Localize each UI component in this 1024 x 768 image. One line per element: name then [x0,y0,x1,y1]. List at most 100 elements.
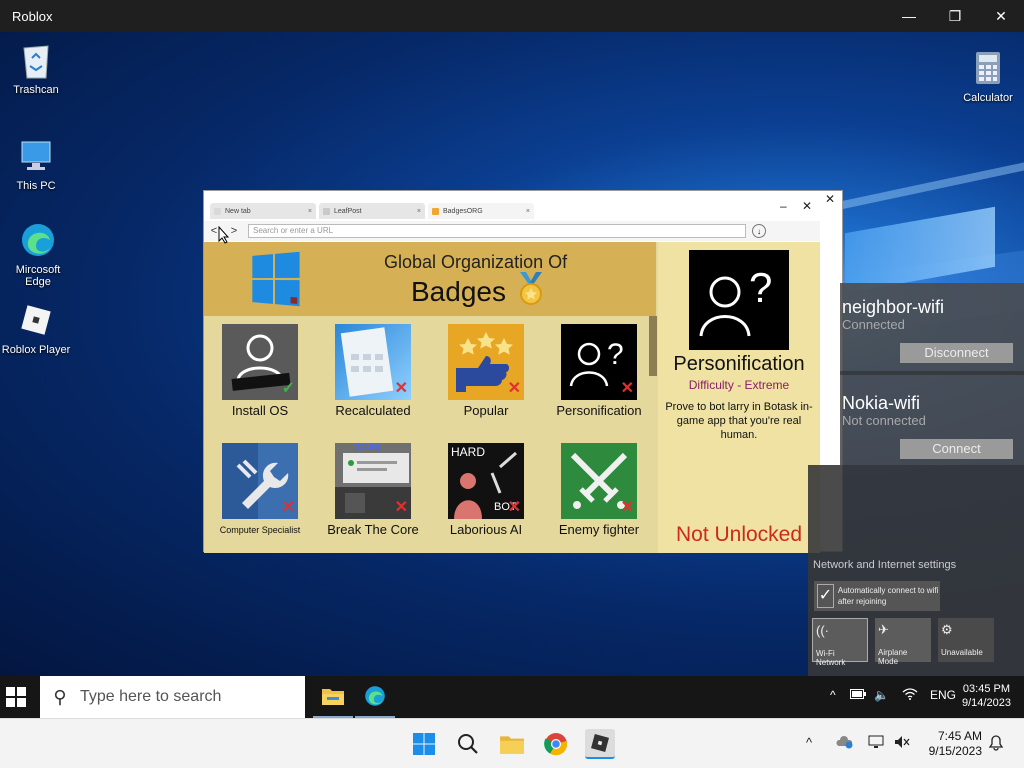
file-explorer-icon[interactable] [313,676,353,718]
windows-start-icon[interactable] [409,729,439,759]
wifi-network-tile[interactable]: ((· Wi-Fi Network [812,618,868,667]
desktop-icon-calculator[interactable]: Calculator [952,48,1024,104]
quick-settings-panel: Network and Internet settings ✓ Automati… [808,465,1024,676]
connect-button[interactable]: Connect [900,439,1013,459]
tab-close-icon[interactable]: × [526,208,530,215]
network-status: Connected [842,317,905,332]
page-icon [323,207,330,215]
unlocked-check-icon: ✓ [281,380,295,397]
badge-laborious-ai[interactable]: HARD BOT ✕ Laborious AI [434,443,538,537]
clock-date: 9/15/2023 [928,744,982,758]
badge-install-os[interactable]: ✓ Install OS [208,324,312,418]
badge-grid: ✓ Install OS ✕ Recalculated ✕ Popular ? … [204,316,656,553]
maximize-button[interactable]: ❐ [932,0,978,32]
file-explorer-icon[interactable] [497,729,527,759]
taskbar-search-box[interactable]: ⚲ Type here to search [40,676,305,718]
unavailable-tile[interactable]: ⚙ Unavailable [938,618,994,662]
locked-x-icon: ✕ [620,499,634,516]
desktop-icon-edge[interactable]: Mircosoft Edge [2,220,74,288]
search-icon[interactable] [453,729,483,759]
thumb-caption: HARD [451,445,486,459]
badge-list-scrollbar[interactable] [649,316,657,376]
locked-x-icon: ✕ [394,380,408,397]
network-settings-link[interactable]: Network and Internet settings [813,559,956,571]
badge-thumbnail: ✕ [448,324,524,400]
checkbox-check-icon[interactable]: ✓ [817,584,834,608]
airplane-mode-tile[interactable]: ✈ Airplane Mode [875,618,931,666]
badge-break-the-core[interactable]: [MAIN] ✕ Break The Core [321,443,425,537]
badge-computer-specialist[interactable]: ✕ Computer Specialist [208,443,312,535]
tray-chevron-icon[interactable]: ^ [806,735,812,750]
close-button[interactable]: ✕ [978,0,1024,32]
badges-page: Global Organization Of Badges ✓ Install … [204,242,820,553]
page-title: Badges [411,276,506,307]
badge-recalculated[interactable]: ✕ Recalculated [321,324,425,418]
network-name: neighbor-wifi [842,297,945,317]
wifi-networks-panel: neighbor-wifi Connected Disconnect Nokia… [840,283,1024,465]
tile-label: Unavailable [941,648,983,657]
browser-outer-close-button[interactable]: ✕ [820,192,840,208]
auto-connect-toggle[interactable]: ✓ Automatically connect to wifi after re… [814,581,940,611]
window-title: Roblox [12,8,53,24]
badge-detail-name: Personification [673,353,805,375]
medal-icon [520,272,542,305]
volume-icon[interactable]: 🔈 [874,688,889,702]
desktop-icon-label: Trashcan [13,84,59,96]
locked-x-icon: ✕ [620,380,634,397]
tile-label: Airplane Mode [878,648,908,666]
edge-icon[interactable] [355,676,395,718]
language-indicator[interactable]: ENG [930,688,956,702]
url-input[interactable]: Search or enter a URL [248,224,746,238]
wifi-icon: ((· [816,623,829,638]
virtual-clock[interactable]: 03:45 PM 9/14/2023 [962,682,1011,710]
browser-window: New tab × LeafPost × BadgesORG × – ✕ < >… [203,190,843,553]
wifi-icon[interactable] [902,688,918,703]
notification-bell-icon[interactable] [988,735,1004,754]
tab-leafpost[interactable]: LeafPost × [319,203,425,219]
browser-close-button[interactable]: ✕ [802,199,812,213]
minimize-button[interactable]: — [886,0,932,32]
badge-detail-panel: ? Personification Difficulty - Extreme P… [658,242,820,553]
tab-new-tab[interactable]: New tab × [210,203,316,219]
tab-badgesorg[interactable]: BadgesORG × [428,203,534,219]
battery-icon[interactable] [850,688,866,702]
disconnect-button[interactable]: Disconnect [900,343,1013,363]
desktop-icon-trashcan[interactable]: Trashcan [0,40,72,96]
roblox-title-bar: Roblox — ❐ ✕ [0,0,1024,32]
divider [840,371,1024,375]
windows-start-icon[interactable] [6,687,26,707]
host-clock[interactable]: 7:45 AM 9/15/2023 [918,729,982,759]
chrome-icon[interactable] [541,729,571,759]
search-icon: ⚲ [53,686,67,707]
desktop-icon-label: This PC [16,180,56,192]
host-taskbar: ^ 7:45 AM 9/15/2023 [0,718,1024,768]
navigation-bar: < > Search or enter a URL ↓ [204,221,820,241]
windows-logo-icon [252,251,300,307]
roblox-icon [16,300,56,340]
tray-chevron-icon[interactable]: ^ [830,688,836,702]
badge-thumbnail: ✕ [222,443,298,519]
tab-close-icon[interactable]: × [308,208,312,215]
badge-label: Enemy fighter [558,522,640,537]
volume-muted-icon[interactable] [894,735,910,752]
badge-enemy-fighter[interactable]: ✕ Enemy fighter [547,443,651,537]
tab-close-icon[interactable]: × [417,208,421,215]
auto-connect-label: Automatically connect to wifi after rejo… [837,586,939,606]
badge-personification[interactable]: ? ✕ Personification [547,324,651,418]
page-icon [214,207,221,215]
network-icon[interactable] [868,735,884,752]
onedrive-icon[interactable] [836,735,854,752]
desktop-icon-roblox-player[interactable]: Roblox Player [0,300,72,356]
virtual-desktop: Trashcan This PC Mircosoft Edge Roblox P… [0,32,1024,676]
download-icon[interactable]: ↓ [752,224,766,238]
desktop-icon-this-pc[interactable]: This PC [0,136,72,192]
browser-minimize-button[interactable]: – [780,199,787,213]
badge-thumbnail: ✓ [222,324,298,400]
search-placeholder: Type here to search [80,688,222,705]
desktop-icon-label: Mircosoft Edge [15,264,61,288]
locked-x-icon: ✕ [281,499,295,516]
badge-label: Popular [463,403,509,418]
network-name: Nokia-wifi [842,393,921,413]
roblox-icon[interactable] [585,729,615,759]
badge-popular[interactable]: ✕ Popular [434,324,538,418]
